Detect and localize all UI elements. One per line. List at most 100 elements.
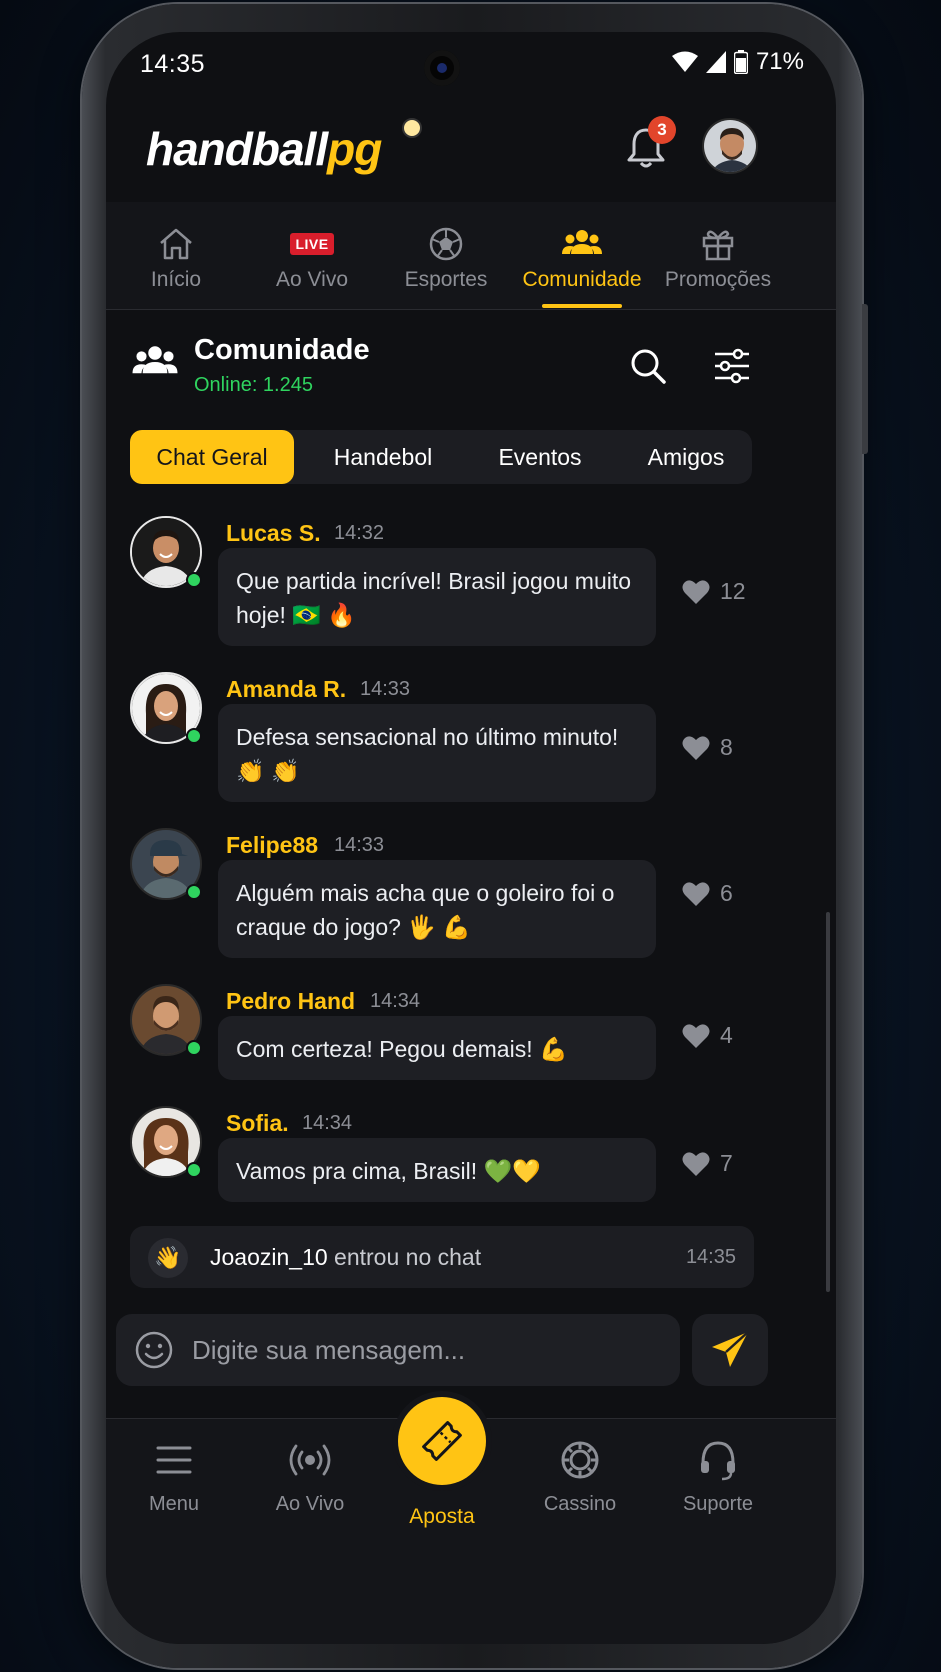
message-author[interactable]: Lucas S. [226,520,321,547]
send-icon [712,1331,749,1367]
app-logo[interactable]: handballpg [146,122,382,176]
heart-icon [682,1023,710,1048]
message-time: 14:34 [302,1112,353,1134]
message-time: 14:34 [370,990,421,1012]
bottom-nav-suporte[interactable]: Suporte [650,1419,786,1516]
nav-item-inicio[interactable]: Início [106,202,246,310]
live-badge: LIVE [290,233,334,255]
nav-item-comunidade[interactable]: Comunidade [512,202,652,310]
notification-badge: 3 [648,116,676,144]
nav-item-ao-vivo[interactable]: LIVE Ao Vivo [242,202,382,310]
headset-icon [701,1441,735,1481]
like-button[interactable]: 6 [682,880,733,907]
volume-button [862,304,868,454]
broadcast-icon [289,1444,331,1476]
message-bubble: Defesa sensacional no último minuto! 👏 👏 [218,704,656,802]
bottom-navigation: Menu Ao Vivo Aposta Cassino Suporte [106,1397,836,1644]
bottom-nav-ao-vivo[interactable]: Ao Vivo [242,1419,378,1516]
like-count: 6 [720,880,733,906]
message-input[interactable] [192,1324,662,1376]
heart-icon [682,881,710,906]
message-author[interactable]: Amanda R. [226,676,346,703]
handball-ball-icon [402,118,422,138]
soccer-ball-icon [429,227,463,261]
tab-amigos[interactable]: Amigos [620,430,752,484]
like-count: 4 [720,1022,733,1048]
heart-icon [682,1151,710,1176]
nav-item-esportes[interactable]: Esportes [376,202,516,310]
users-icon [562,230,602,254]
casino-chip-icon [561,1441,599,1479]
join-text: entrou no chat [327,1244,482,1270]
nav-item-promocoes[interactable]: Promoções [648,202,788,310]
heart-icon [682,735,710,760]
bottom-nav-label: Ao Vivo [275,1493,345,1515]
nav-label: Comunidade [522,268,642,291]
join-time: 14:35 [685,1246,736,1268]
online-count: Online: 1.245 [194,374,313,396]
menu-icon [156,1446,192,1474]
nav-label: Início [150,268,202,291]
top-navigation: Início LIVE Ao Vivo Esportes Comunidade … [106,202,836,310]
tab-handebol[interactable]: Handebol [308,430,458,484]
message-time: 14:32 [334,522,385,544]
page-title: Comunidade [194,334,370,366]
nav-label: Esportes [404,268,488,291]
bottom-nav-menu[interactable]: Menu [106,1419,242,1516]
active-tab-indicator [542,304,622,308]
waving-hand-icon: 👋 [148,1238,188,1278]
user-avatar[interactable] [702,118,758,174]
bottom-nav-label: Cassino [543,1493,617,1515]
message-author[interactable]: Felipe88 [226,832,318,859]
message-bubble: Vamos pra cima, Brasil! 💚💛 [218,1138,656,1202]
bottom-nav-label: Aposta [409,1505,475,1528]
message-time: 14:33 [334,834,385,856]
send-button[interactable] [692,1314,768,1386]
like-button[interactable]: 8 [682,734,733,761]
signal-icon [705,51,726,73]
heart-icon [682,579,710,604]
nav-label: Ao Vivo [276,268,348,291]
chat-tabs: Chat Geral Handebol Eventos Amigos [130,430,752,484]
online-indicator [186,1162,202,1178]
user-avatar-image [704,120,756,172]
bottom-nav-label: Suporte [682,1493,754,1515]
tab-chat-geral[interactable]: Chat Geral [130,430,294,484]
battery-level: 71% [755,48,804,75]
home-icon [160,228,192,260]
app-screen: 14:35 71% handballpg 3 Início LIVE Ao Vi… [106,32,836,1644]
tab-eventos[interactable]: Eventos [470,430,610,484]
like-count: 12 [720,578,746,604]
bottom-nav-label: Menu [148,1493,200,1515]
like-button[interactable]: 12 [682,578,746,605]
message-author[interactable]: Pedro Hand [226,988,355,1015]
like-button[interactable]: 7 [682,1150,733,1177]
join-message: Joaozin_10 entrou no chat [210,1244,481,1271]
status-time: 14:35 [140,50,206,78]
message-bubble: Com certeza! Pegou demais! 💪 [218,1016,656,1080]
front-camera [424,50,460,86]
message-time: 14:33 [360,678,411,700]
like-count: 8 [720,734,733,760]
bet-button[interactable] [398,1397,486,1485]
message-bubble: Alguém mais acha que o goleiro foi o cra… [218,860,656,958]
online-indicator [186,884,202,900]
bottom-nav-cassino[interactable]: Cassino [512,1419,648,1516]
wifi-icon [671,51,698,72]
logo-accent: pg [327,123,382,175]
message-composer [116,1314,680,1386]
online-indicator [186,728,202,744]
search-icon[interactable] [628,346,668,386]
filter-icon[interactable] [712,346,752,386]
status-icons: 71% [671,48,804,76]
online-indicator [186,572,202,588]
joined-user[interactable]: Joaozin_10 [210,1244,328,1270]
ticket-icon [422,1421,462,1461]
gift-icon [702,230,734,261]
message-author[interactable]: Sofia. [226,1110,289,1137]
like-count: 7 [720,1150,733,1176]
emoji-icon[interactable] [134,1330,174,1370]
like-button[interactable]: 4 [682,1022,733,1049]
scrollbar[interactable] [826,912,830,1292]
join-notice: 👋 Joaozin_10 entrou no chat 14:35 [130,1226,754,1288]
